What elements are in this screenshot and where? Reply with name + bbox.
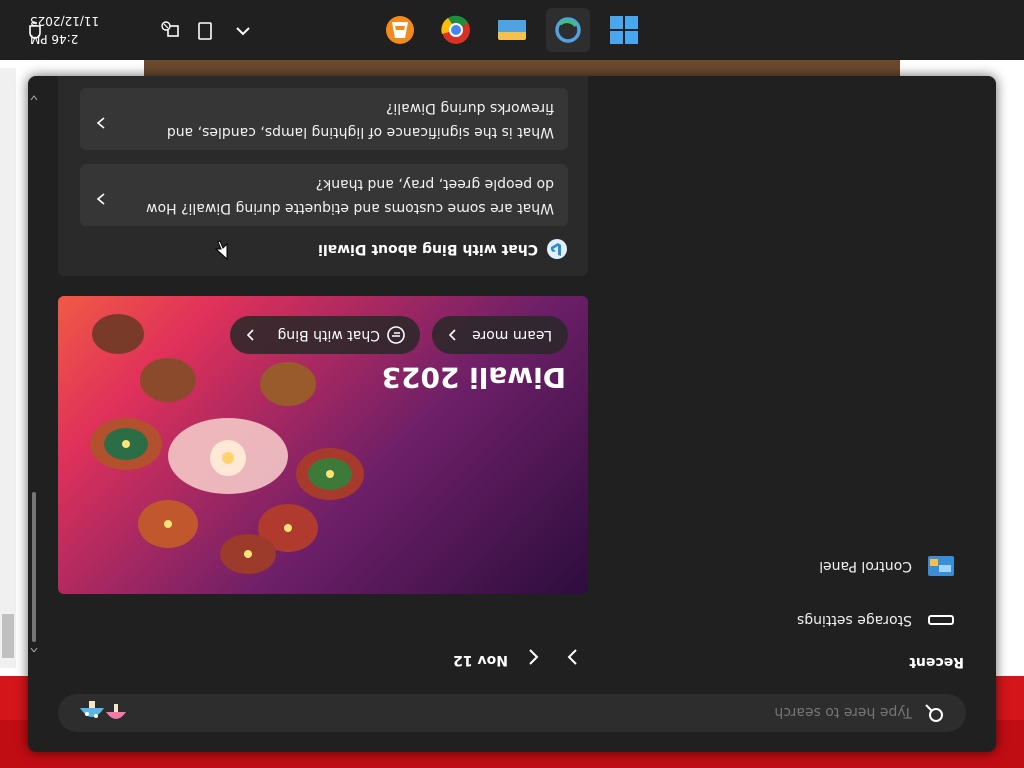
highlights-header: Nov 12 ...: [28, 642, 588, 672]
start-icon[interactable]: [602, 8, 646, 52]
background-scrollbar[interactable]: [0, 68, 16, 668]
chevron-right-icon: [96, 117, 105, 129]
chat-header: Chat with Bing about Diwali: [318, 238, 568, 260]
storage-icon: [928, 615, 954, 625]
recent-item-label: Control Panel: [819, 558, 912, 574]
notification-icon[interactable]: [24, 20, 46, 42]
background-poster: [144, 60, 900, 76]
recent-heading: Recent: [909, 654, 964, 670]
chat-suggestions-card: Chat with Bing about Diwali What are som…: [58, 76, 588, 276]
chat-header-label: Chat with Bing about Diwali: [318, 241, 538, 257]
vlc-icon[interactable]: [378, 8, 422, 52]
chat-suggestion-text: What are some customs and etiquette duri…: [146, 176, 554, 216]
diwali-hero-card[interactable]: Diwali 2023 Learn more Chat with Bing: [58, 296, 588, 594]
panel-scrollbar[interactable]: [30, 92, 38, 652]
mouse-cursor-icon: [214, 240, 228, 260]
mushroom-icon: [80, 701, 126, 719]
learn-more-button[interactable]: Learn more: [432, 316, 568, 354]
chevron-right-icon: [448, 329, 456, 341]
chat-suggestion-item[interactable]: What are some customs and etiquette duri…: [80, 164, 568, 226]
chat-with-bing-button[interactable]: Chat with Bing: [230, 316, 420, 354]
hero-title: Diwali 2023: [381, 361, 566, 394]
recent-item-storage-settings[interactable]: Storage settings: [797, 608, 956, 632]
search-icon: [925, 704, 943, 722]
chevron-right-icon: [246, 329, 254, 341]
tablet-icon[interactable]: [194, 20, 216, 42]
screen: Recent Storage settings Control Panel No: [0, 0, 1024, 768]
recent-item-label: Storage settings: [796, 612, 912, 628]
search-panel: Recent Storage settings Control Panel No: [28, 76, 996, 752]
background-scroll-thumb[interactable]: [2, 614, 14, 658]
cortana-button[interactable]: [546, 8, 590, 52]
chevron-up-icon[interactable]: [232, 20, 254, 42]
next-day-button[interactable]: [560, 644, 586, 670]
previous-day-button[interactable]: [520, 644, 546, 670]
network-disconnected-icon[interactable]: [160, 20, 182, 42]
cortana-icon: [555, 17, 581, 43]
chat-bubble-icon: [387, 326, 405, 344]
control-panel-icon: [928, 556, 954, 576]
chrome-icon[interactable]: [434, 8, 478, 52]
search-box[interactable]: [58, 692, 966, 732]
taskbar: 2:46 PM 11/12/2023: [0, 0, 1024, 60]
learn-more-label: Learn more: [472, 327, 552, 343]
highlights-date: Nov 12: [453, 652, 508, 668]
chat-suggestion-item[interactable]: What is the significance of lighting lam…: [80, 88, 568, 150]
chevron-right-icon: [96, 193, 105, 205]
chat-with-bing-label: Chat with Bing: [277, 327, 380, 343]
search-input[interactable]: [210, 692, 914, 732]
bing-logo-icon: [547, 239, 567, 259]
chat-suggestion-text: What is the significance of lighting lam…: [166, 100, 554, 140]
file-explorer-icon[interactable]: [490, 8, 534, 52]
recent-item-control-panel[interactable]: Control Panel: [819, 554, 956, 578]
